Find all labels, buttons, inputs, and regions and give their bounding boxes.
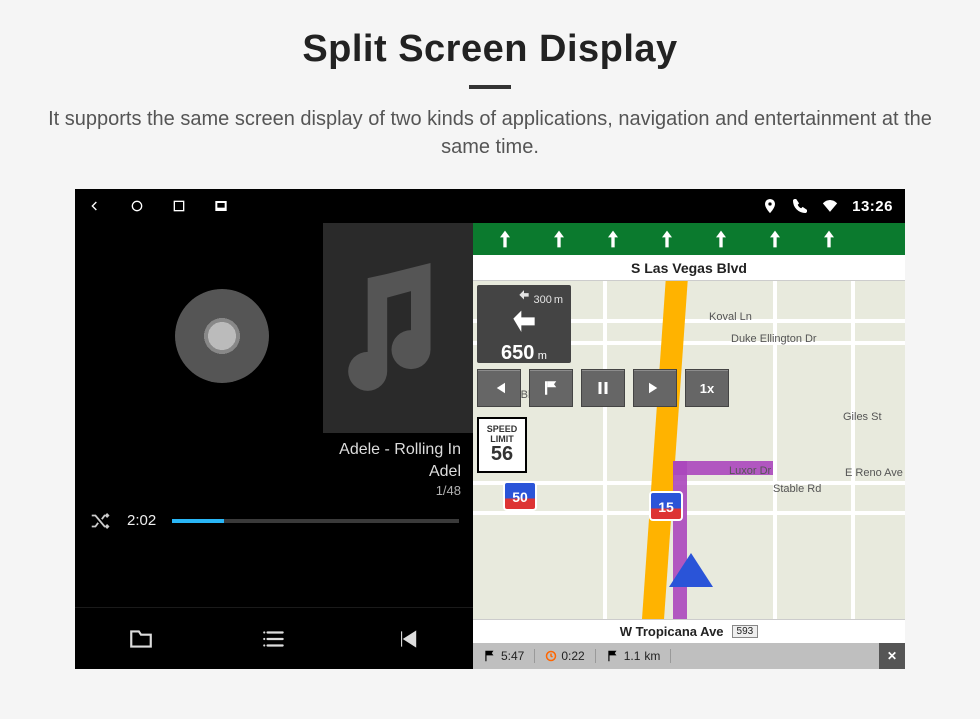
- track-counter: 1/48: [75, 482, 461, 500]
- folder-icon[interactable]: [128, 626, 154, 652]
- drive-time-value: 0:22: [561, 649, 584, 663]
- turn-distance: 650: [501, 342, 534, 364]
- drive-time-cell[interactable]: 0:22: [535, 649, 595, 663]
- map-pause-button[interactable]: [581, 369, 625, 407]
- lane-arrow-icon: [549, 229, 569, 249]
- map-prev-button[interactable]: [477, 369, 521, 407]
- flag-icon: [483, 649, 497, 663]
- lane-arrow-icon: [711, 229, 731, 249]
- statusbar: 13:26: [75, 189, 905, 223]
- lane-arrow-icon: [819, 229, 839, 249]
- page-title: Split Screen Display: [302, 28, 677, 71]
- turn-arrow-icon: [508, 308, 540, 340]
- speed-value: 56: [479, 444, 525, 465]
- lane-arrow-icon: [603, 229, 623, 249]
- close-button[interactable]: ✕: [879, 643, 905, 669]
- previous-icon[interactable]: [394, 626, 420, 652]
- lane-arrow-icon: [657, 229, 677, 249]
- page-subtitle: It supports the same screen display of t…: [45, 105, 935, 161]
- turn-secondary-dist: 300: [533, 294, 551, 306]
- device-screen: 13:26 Adele - Rolling In Adel 1/48 2:02: [75, 189, 905, 669]
- map-next-button[interactable]: [633, 369, 677, 407]
- music-bottom-bar: [75, 607, 473, 669]
- speed-multiplier-button[interactable]: 1x: [685, 369, 729, 407]
- map-label: Luxor Dr: [729, 465, 771, 477]
- elapsed-time: 2:02: [127, 512, 156, 529]
- clock: 13:26: [852, 198, 893, 215]
- distance-value: 1.1: [624, 649, 641, 663]
- album-art-area: [75, 223, 473, 433]
- next-street-label: W Tropicana Ave: [620, 624, 724, 639]
- back-icon[interactable]: [87, 198, 103, 214]
- speed-limit-sign: SPEED LIMIT 56: [477, 417, 527, 473]
- exit-number: 593: [732, 625, 759, 638]
- phone-icon: [792, 198, 808, 214]
- map-label: Giles St: [843, 411, 882, 423]
- music-pane: Adele - Rolling In Adel 1/48 2:02: [75, 223, 473, 669]
- lane-arrow-icon: [765, 229, 785, 249]
- title-underline: [469, 85, 511, 89]
- track-title: Adele - Rolling In: [75, 439, 461, 461]
- eta-value: 5:47: [501, 649, 524, 663]
- nav-bottom-bar: 5:47 0:22 1.1 km ✕: [473, 643, 905, 669]
- map-label: Stable Rd: [773, 483, 821, 495]
- image-icon: [213, 198, 229, 214]
- turn-unit: m: [538, 350, 547, 362]
- eta-cell[interactable]: 5:47: [473, 649, 535, 663]
- map[interactable]: Koval Ln Duke Ellington Dr Vegas Blvd Lu…: [473, 281, 905, 643]
- recent-icon[interactable]: [171, 198, 187, 214]
- distance-cell[interactable]: 1.1 km: [596, 649, 672, 663]
- map-label: Duke Ellington Dr: [731, 333, 817, 345]
- disc-icon[interactable]: [175, 289, 269, 383]
- next-street: W Tropicana Ave 593: [473, 619, 905, 643]
- progress-bar[interactable]: [172, 519, 459, 523]
- navigation-pane: S Las Vegas Blvd Koval Ln Duke Ellington…: [473, 223, 905, 669]
- vehicle-marker-icon: [669, 553, 713, 587]
- lane-guidance: [473, 223, 905, 255]
- map-label: Koval Ln: [709, 311, 752, 323]
- playlist-icon[interactable]: [261, 626, 287, 652]
- music-note-icon: [343, 263, 453, 393]
- home-icon[interactable]: [129, 198, 145, 214]
- location-icon: [762, 198, 778, 214]
- map-flag-button[interactable]: [529, 369, 573, 407]
- flag-icon: [606, 649, 620, 663]
- music-note-placeholder: [323, 223, 473, 433]
- map-controls: 1x: [477, 369, 729, 407]
- current-street: S Las Vegas Blvd: [473, 255, 905, 281]
- track-artist: Adel: [75, 461, 461, 483]
- wifi-icon: [822, 198, 838, 214]
- route-shield: 15: [649, 491, 683, 521]
- turn-sec-arrow-icon: [517, 289, 531, 303]
- route-shield: 50: [503, 481, 537, 511]
- lane-arrow-icon: [495, 229, 515, 249]
- distance-unit: km: [644, 649, 660, 663]
- turn-secondary-unit: m: [554, 294, 563, 306]
- shuffle-icon[interactable]: [89, 510, 111, 532]
- map-label: E Reno Ave: [845, 467, 903, 479]
- clock-icon: [545, 650, 557, 662]
- turn-panel[interactable]: 300 m 650 m: [477, 285, 571, 363]
